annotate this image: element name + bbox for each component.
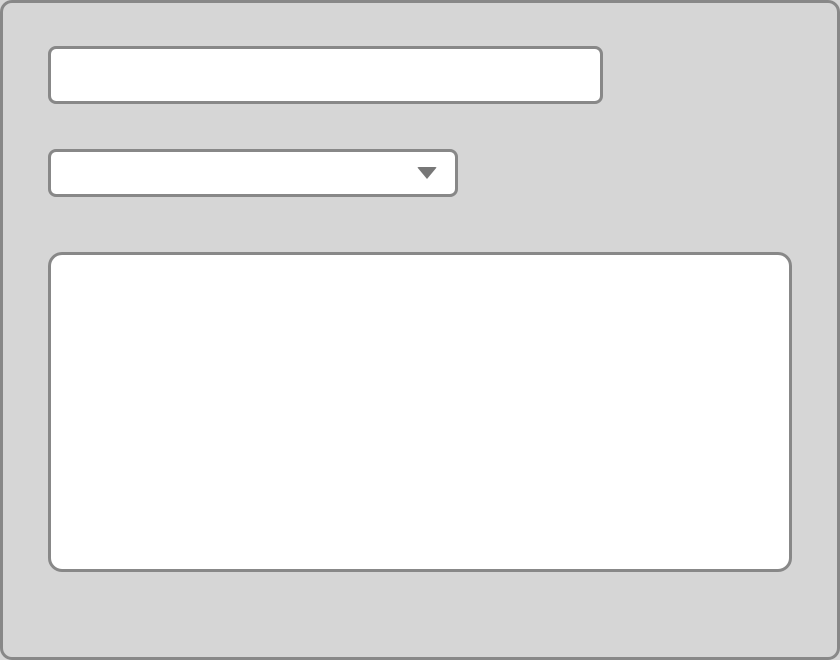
dropdown-select[interactable] <box>48 149 458 197</box>
text-input[interactable] <box>48 46 603 104</box>
textarea-input[interactable] <box>48 252 792 572</box>
caret-down-icon <box>417 167 437 179</box>
